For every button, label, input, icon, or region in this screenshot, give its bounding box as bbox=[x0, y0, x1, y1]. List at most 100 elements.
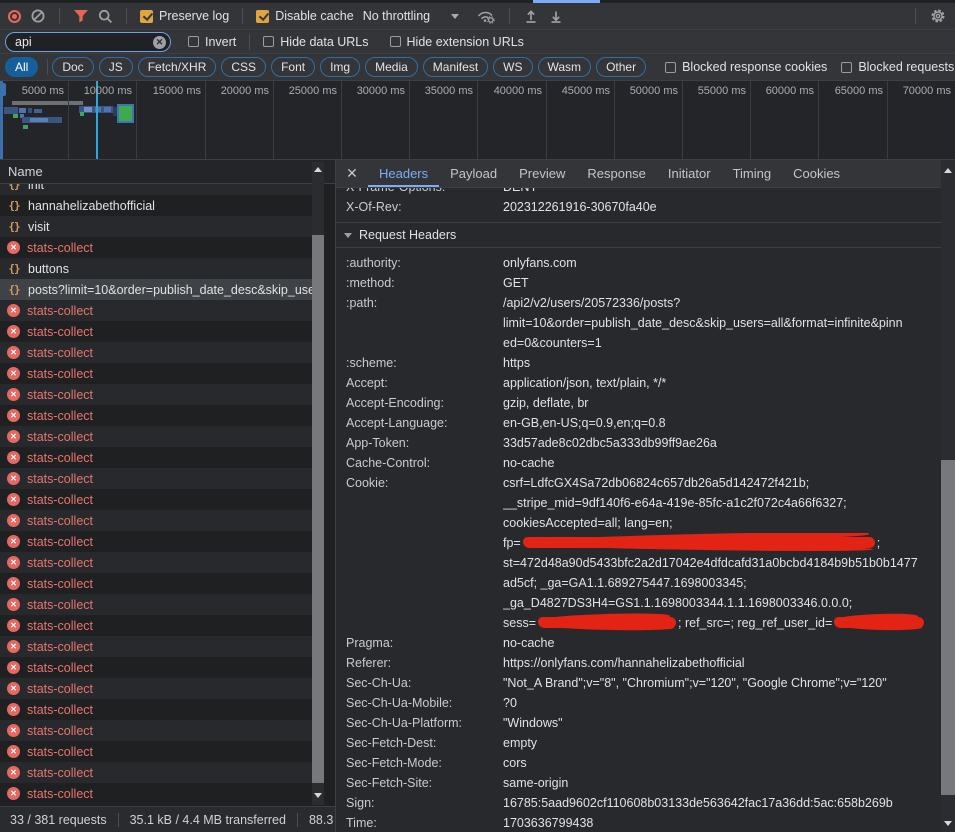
settings-button[interactable] bbox=[929, 7, 947, 25]
filter-pill-wasm[interactable]: Wasm bbox=[538, 57, 592, 77]
hide-data-urls-checkbox[interactable]: Hide data URLs bbox=[263, 35, 368, 49]
request-row-init[interactable]: {}init bbox=[0, 184, 312, 195]
request-row-stats-collect[interactable]: ✕stats-collect bbox=[0, 468, 312, 489]
filter-button[interactable] bbox=[73, 9, 89, 23]
name-column-header[interactable]: Name bbox=[0, 160, 335, 184]
request-row-stats-collect[interactable]: ✕stats-collect bbox=[0, 237, 312, 258]
clear-button[interactable] bbox=[30, 8, 46, 24]
divider bbox=[59, 8, 60, 24]
request-row-stats-collect[interactable]: ✕stats-collect bbox=[0, 300, 312, 321]
header-entry: Accept-Language:en-GB,en-US;q=0.9,en;q=0… bbox=[336, 413, 941, 433]
request-row-stats-collect[interactable]: ✕stats-collect bbox=[0, 678, 312, 699]
hide-extension-urls-checkbox[interactable]: Hide extension URLs bbox=[390, 35, 524, 49]
header-value: 202312261916-30670fa40e bbox=[503, 197, 941, 217]
divider bbox=[47, 59, 48, 75]
tab-cookies[interactable]: Cookies bbox=[782, 160, 851, 187]
blocked-requests-checkbox[interactable]: Blocked requests bbox=[841, 60, 954, 74]
scroll-up-icon[interactable] bbox=[314, 167, 322, 172]
request-list-scrollbar[interactable] bbox=[312, 162, 324, 805]
header-value: 33d57ade8c02dbc5a333db99ff9ae26a bbox=[503, 433, 941, 453]
scroll-down-icon[interactable] bbox=[944, 821, 952, 826]
disable-cache-checkbox[interactable]: Disable cache bbox=[256, 9, 354, 23]
timeline-tick-label: 5000 ms bbox=[0, 85, 64, 97]
filter-pill-css[interactable]: CSS bbox=[221, 57, 266, 77]
header-key: Pragma: bbox=[346, 633, 503, 653]
filter-pill-font[interactable]: Font bbox=[271, 57, 315, 77]
request-row-stats-collect[interactable]: ✕stats-collect bbox=[0, 342, 312, 363]
tab-payload[interactable]: Payload bbox=[439, 160, 508, 187]
request-headers-section-header[interactable]: Request Headers bbox=[336, 223, 941, 248]
tab-timing[interactable]: Timing bbox=[722, 160, 783, 187]
filter-pill-other[interactable]: Other bbox=[596, 57, 646, 77]
preserve-log-checkbox[interactable]: Preserve log bbox=[140, 9, 229, 23]
request-row-stats-collect[interactable]: ✕stats-collect bbox=[0, 363, 312, 384]
request-row-stats-collect[interactable]: ✕stats-collect bbox=[0, 405, 312, 426]
request-row-stats-collect[interactable]: ✕stats-collect bbox=[0, 594, 312, 615]
header-key: App-Token: bbox=[346, 433, 503, 453]
request-row-buttons[interactable]: {}buttons bbox=[0, 258, 312, 279]
details-scrollbar[interactable] bbox=[941, 160, 955, 832]
network-conditions-button[interactable] bbox=[476, 8, 496, 24]
request-row-posts-limit-10-order-publish-date-desc-s[interactable]: {}posts?limit=10&order=publish_date_desc… bbox=[0, 279, 312, 300]
close-icon[interactable]: ✕ bbox=[336, 160, 368, 187]
scrollbar-thumb[interactable] bbox=[312, 235, 324, 783]
request-row-visit[interactable]: {}visit bbox=[0, 216, 312, 237]
failed-request-icon: ✕ bbox=[7, 325, 20, 338]
blocked-response-cookies-checkbox[interactable]: Blocked response cookies bbox=[665, 60, 827, 74]
filter-pill-doc[interactable]: Doc bbox=[52, 57, 93, 77]
throttling-select[interactable]: No throttling bbox=[363, 9, 459, 23]
waterfall-bar bbox=[34, 109, 42, 113]
request-row-stats-collect[interactable]: ✕stats-collect bbox=[0, 657, 312, 678]
header-entry: Cache-Control:no-cache bbox=[336, 453, 941, 473]
request-name: buttons bbox=[28, 262, 69, 276]
failed-request-icon: ✕ bbox=[7, 661, 20, 674]
scrollbar-thumb[interactable] bbox=[941, 460, 955, 795]
request-row-stats-collect[interactable]: ✕stats-collect bbox=[0, 447, 312, 468]
clear-input-icon[interactable]: ✕ bbox=[153, 36, 166, 49]
scroll-up-icon[interactable] bbox=[944, 168, 952, 173]
header-key: Sec-Ch-Ua: bbox=[346, 673, 503, 693]
request-row-stats-collect[interactable]: ✕stats-collect bbox=[0, 615, 312, 636]
filter-pill-fetch-xhr[interactable]: Fetch/XHR bbox=[138, 57, 217, 77]
request-row-stats-collect[interactable]: ✕stats-collect bbox=[0, 489, 312, 510]
request-name: stats-collect bbox=[27, 703, 93, 717]
request-row-stats-collect[interactable]: ✕stats-collect bbox=[0, 636, 312, 657]
header-entry: Referer:https://onlyfans.com/hannaheliza… bbox=[336, 653, 941, 673]
request-row-stats-collect[interactable]: ✕stats-collect bbox=[0, 384, 312, 405]
invert-checkbox[interactable]: Invert bbox=[188, 35, 236, 49]
filter-pill-js[interactable]: JS bbox=[99, 57, 133, 77]
filter-pill-ws[interactable]: WS bbox=[493, 57, 532, 77]
waterfall-bar bbox=[80, 112, 84, 116]
filter-pill-manifest[interactable]: Manifest bbox=[423, 57, 488, 77]
filter-pill-img[interactable]: Img bbox=[320, 57, 360, 77]
search-button[interactable] bbox=[98, 9, 113, 24]
request-row-stats-collect[interactable]: ✕stats-collect bbox=[0, 699, 312, 720]
request-row-stats-collect[interactable]: ✕stats-collect bbox=[0, 321, 312, 342]
request-name: stats-collect bbox=[27, 430, 93, 444]
request-row-hannahelizabethofficial[interactable]: {}hannahelizabethofficial bbox=[0, 195, 312, 216]
tab-headers[interactable]: Headers bbox=[368, 160, 439, 187]
filter-input[interactable] bbox=[5, 32, 171, 52]
request-row-stats-collect[interactable]: ✕stats-collect bbox=[0, 783, 312, 804]
request-name: stats-collect bbox=[27, 577, 93, 591]
request-row-stats-collect[interactable]: ✕stats-collect bbox=[0, 573, 312, 594]
import-har-button[interactable] bbox=[523, 8, 539, 24]
request-row-stats-collect[interactable]: ✕stats-collect bbox=[0, 531, 312, 552]
blocked-requests-label: Blocked requests bbox=[858, 60, 954, 74]
record-button[interactable] bbox=[8, 10, 21, 23]
request-row-stats-collect[interactable]: ✕stats-collect bbox=[0, 552, 312, 573]
filter-pill-all[interactable]: All bbox=[5, 57, 38, 77]
request-row-stats-collect[interactable]: ✕stats-collect bbox=[0, 741, 312, 762]
timeline-tick-label: 70000 ms bbox=[886, 85, 951, 97]
request-row-stats-collect[interactable]: ✕stats-collect bbox=[0, 510, 312, 531]
network-overview-timeline[interactable]: 5000 ms10000 ms15000 ms20000 ms25000 ms3… bbox=[0, 81, 955, 160]
request-row-stats-collect[interactable]: ✕stats-collect bbox=[0, 426, 312, 447]
export-har-button[interactable] bbox=[548, 8, 564, 24]
request-row-stats-collect[interactable]: ✕stats-collect bbox=[0, 720, 312, 741]
tab-initiator[interactable]: Initiator bbox=[657, 160, 722, 187]
request-row-stats-collect[interactable]: ✕stats-collect bbox=[0, 762, 312, 783]
filter-pill-media[interactable]: Media bbox=[365, 57, 418, 77]
tab-preview[interactable]: Preview bbox=[508, 160, 576, 187]
scroll-down-icon[interactable] bbox=[314, 793, 322, 798]
tab-response[interactable]: Response bbox=[576, 160, 657, 187]
